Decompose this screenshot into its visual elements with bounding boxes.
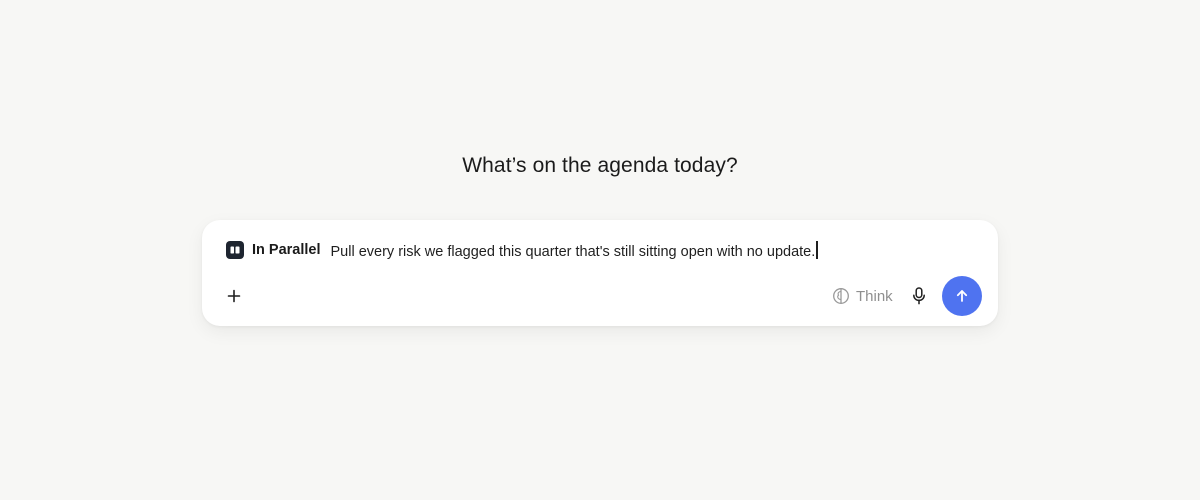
think-toggle[interactable]: Think (832, 284, 893, 308)
add-attachment-button[interactable] (224, 286, 244, 306)
prompt-input[interactable]: Pull every risk we flagged this quarter … (330, 240, 818, 260)
in-parallel-label: In Parallel (252, 242, 321, 258)
think-label: Think (856, 287, 893, 305)
prompt-input-value: Pull every risk we flagged this quarter … (330, 243, 816, 260)
send-button[interactable] (942, 276, 982, 316)
plus-icon (227, 289, 241, 303)
composer-input-row: In Parallel Pull every risk we flagged t… (226, 240, 974, 260)
page: What’s on the agenda today? In Parallel … (0, 0, 1200, 500)
voice-input-button[interactable] (910, 286, 928, 306)
microphone-icon (913, 287, 925, 305)
page-heading: What’s on the agenda today? (462, 154, 738, 177)
chat-composer: In Parallel Pull every risk we flagged t… (202, 220, 998, 326)
board-icon (226, 241, 244, 259)
brain-icon (833, 288, 849, 304)
arrow-up-icon (956, 290, 968, 302)
in-parallel-chip[interactable]: In Parallel (226, 241, 331, 259)
text-cursor (816, 240, 818, 259)
